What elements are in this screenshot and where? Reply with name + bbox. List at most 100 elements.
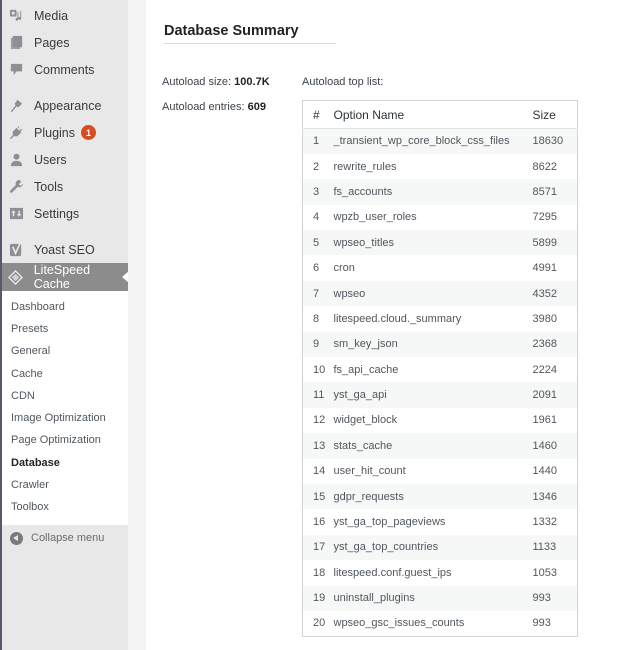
sidebar-item-label: Plugins <box>34 125 75 140</box>
litespeed-icon <box>8 269 24 285</box>
submenu-item-page-optimization[interactable]: Page Optimization <box>11 434 101 446</box>
row-number: 9 <box>313 338 320 351</box>
sidebar-item-settings[interactable]: Settings <box>2 200 128 227</box>
row-number: 18 <box>313 566 326 579</box>
appearance-icon <box>8 98 24 114</box>
option-name: yst_ga_api <box>333 389 387 402</box>
option-size: 993 <box>532 592 551 605</box>
sidebar-item-label: Comments <box>34 62 95 77</box>
row-number: 13 <box>313 439 326 452</box>
sidebar-item-label: Users <box>34 152 67 167</box>
option-size: 1440 <box>532 465 557 478</box>
column-header-size: Size <box>532 100 578 129</box>
option-size: 993 <box>532 617 551 630</box>
sidebar-item-yoast-seo[interactable]: Yoast SEO <box>2 236 128 263</box>
row-number: 5 <box>313 236 320 249</box>
option-name: yst_ga_top_countries <box>333 541 439 554</box>
table-row: 14 user_hit_count 1440 <box>302 458 578 484</box>
option-name: uninstall_plugins <box>333 592 415 605</box>
option-size: 2224 <box>532 363 557 376</box>
autoload-size-value: 100.7K <box>234 76 270 88</box>
litespeed-submenu: Dashboard Presets General Cache CDN Imag… <box>2 291 128 525</box>
submenu-item-database[interactable]: Database <box>11 457 60 469</box>
sidebar-item-label: Pages <box>34 35 70 50</box>
users-icon <box>8 152 24 168</box>
sidebar-item-tools[interactable]: Tools <box>2 173 128 200</box>
table-row: 17 yst_ga_top_countries 1133 <box>302 534 578 561</box>
table-row: 1 _transient_wp_core_block_css_files 18630 <box>302 128 578 154</box>
sidebar-item-litespeed-cache[interactable]: LiteSpeed Cache <box>2 263 129 291</box>
sidebar-item-media[interactable]: Media <box>2 2 128 29</box>
main-content: Database Summary Autoload size: 100.7K A… <box>146 0 621 650</box>
table-body: 1 _transient_wp_core_block_css_files 18630… <box>302 128 578 637</box>
autoload-size: Autoload size: 100.7K <box>162 76 270 88</box>
table-row: 11 yst_ga_api 2091 <box>302 382 578 408</box>
settings-icon <box>8 206 24 222</box>
row-number: 16 <box>313 516 326 529</box>
autoload-top-list-label: Autoload top list: <box>302 76 384 88</box>
sidebar-item-label: Tools <box>34 179 64 194</box>
column-header-option-name: Option Name <box>333 100 533 129</box>
sidebar-item-pages[interactable]: Pages <box>2 29 128 56</box>
table-row: 16 yst_ga_top_pageviews 1332 <box>302 509 578 535</box>
table-row: 4 wpzb_user_roles 7295 <box>302 204 578 231</box>
table-row: 18 litespeed.conf.guest_ips 1053 <box>302 560 578 586</box>
option-name: gdpr_requests <box>333 490 404 503</box>
option-size: 2091 <box>532 389 557 402</box>
row-number: 17 <box>313 541 326 554</box>
table-row: 6 cron 4991 <box>302 255 578 281</box>
option-name: rewrite_rules <box>333 160 397 173</box>
option-size: 1460 <box>532 439 557 452</box>
option-size: 1053 <box>532 566 557 579</box>
submenu-item-cache[interactable]: Cache <box>11 368 43 380</box>
collapse-menu-button[interactable]: Collapse menu <box>2 528 128 548</box>
row-number: 14 <box>313 465 326 478</box>
update-count-badge: 1 <box>81 125 96 140</box>
option-size: 8571 <box>532 185 557 198</box>
autoload-top-list-table: # Option Name Size 1 _transient_wp_core_b… <box>302 100 578 637</box>
sidebar-item-plugins[interactable]: Plugins 1 <box>2 119 128 146</box>
option-size: 3980 <box>532 312 557 325</box>
option-name: user_hit_count <box>333 465 406 478</box>
option-name: fs_api_cache <box>333 363 399 376</box>
submenu-item-general[interactable]: General <box>11 345 50 357</box>
table-row: 5 wpseo_titles 5899 <box>302 230 578 256</box>
collapse-menu-label: Collapse menu <box>31 532 105 544</box>
option-name: wpzb_user_roles <box>333 211 417 224</box>
option-size: 8622 <box>532 160 557 173</box>
option-name: wpseo_titles <box>333 236 395 249</box>
option-size: 18630 <box>532 135 564 148</box>
tools-icon <box>8 179 24 195</box>
option-size: 4352 <box>532 287 557 300</box>
row-number: 1 <box>313 135 320 148</box>
table-row: 3 fs_accounts 8571 <box>302 179 578 205</box>
pages-icon <box>8 35 24 51</box>
submenu-item-presets[interactable]: Presets <box>11 323 48 335</box>
sidebar-item-label: Appearance <box>34 98 102 113</box>
option-size: 4991 <box>532 262 557 275</box>
submenu-item-cdn[interactable]: CDN <box>11 390 35 402</box>
row-number: 12 <box>313 414 326 427</box>
admin-sidebar: Media Pages Comments Appearance Plugins … <box>0 0 129 650</box>
option-name: yst_ga_top_pageviews <box>333 516 446 529</box>
row-number: 2 <box>313 160 320 173</box>
option-name: cron <box>333 262 355 275</box>
sidebar-item-users[interactable]: Users <box>2 146 128 173</box>
autoload-entries-value: 609 <box>247 101 266 113</box>
option-name: litespeed.conf.guest_ips <box>333 566 452 579</box>
submenu-item-image-optimization[interactable]: Image Optimization <box>11 412 106 424</box>
submenu-item-crawler[interactable]: Crawler <box>11 479 49 491</box>
page-title: Database Summary <box>164 23 336 44</box>
submenu-item-dashboard[interactable]: Dashboard <box>11 301 65 313</box>
option-name: stats_cache <box>333 439 393 452</box>
sidebar-item-label: Media <box>34 8 69 23</box>
row-number: 8 <box>313 312 320 325</box>
comments-icon <box>8 62 24 78</box>
row-number: 19 <box>313 592 326 605</box>
sidebar-item-appearance[interactable]: Appearance <box>2 92 128 119</box>
option-size: 1332 <box>532 516 557 529</box>
row-number: 20 <box>313 617 326 630</box>
option-name: fs_accounts <box>333 185 393 198</box>
submenu-item-toolbox[interactable]: Toolbox <box>11 501 49 513</box>
sidebar-item-comments[interactable]: Comments <box>2 56 128 83</box>
